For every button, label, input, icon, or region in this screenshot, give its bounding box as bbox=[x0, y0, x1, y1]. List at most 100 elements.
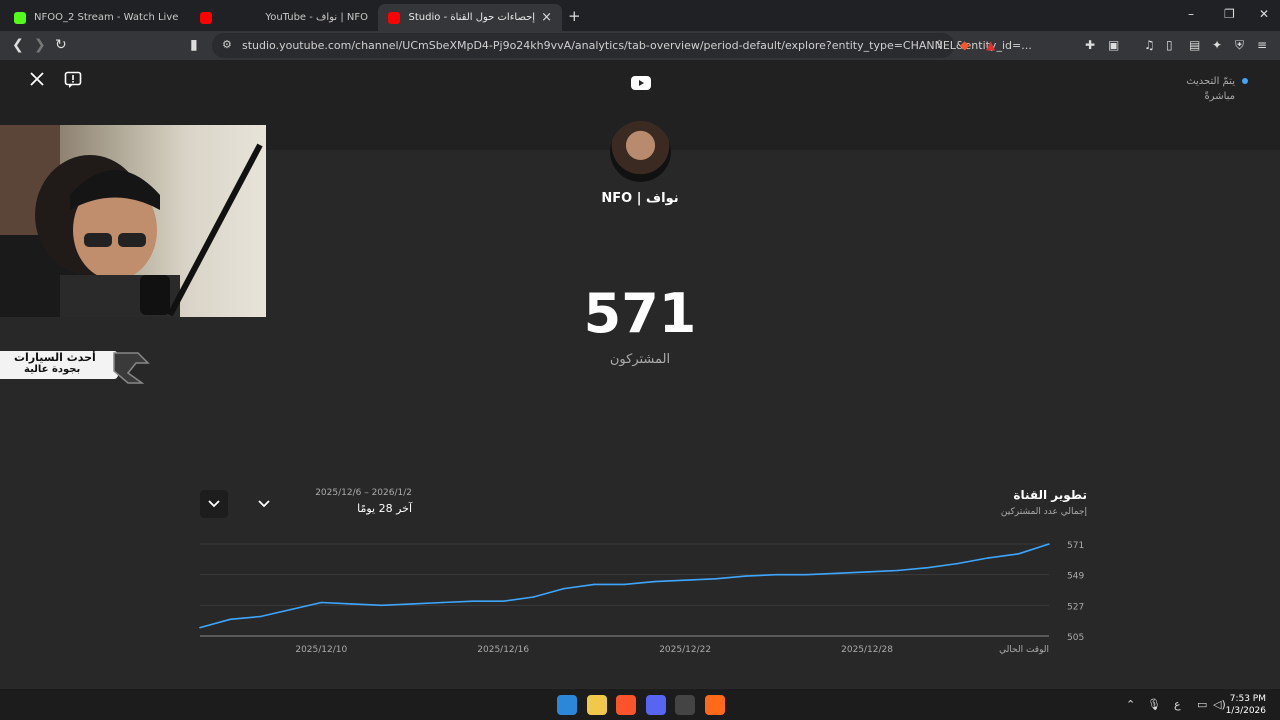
brave-shields-icon[interactable]: ◆ bbox=[960, 38, 969, 52]
microphone-icon[interactable]: 🎙 bbox=[1147, 698, 1161, 711]
forward-icon[interactable]: ❯ bbox=[34, 37, 46, 53]
data-point bbox=[381, 604, 383, 607]
card-title: تطوير القناة bbox=[1013, 488, 1087, 502]
x-tick-label: 2025/12/16 bbox=[477, 645, 529, 655]
brave-browser-icon[interactable] bbox=[616, 695, 636, 715]
live-status-line2: مباشرةً bbox=[1204, 91, 1235, 102]
share-icon[interactable]: ⇪ bbox=[935, 38, 944, 51]
data-point bbox=[229, 618, 232, 621]
file-explorer-icon[interactable] bbox=[586, 695, 607, 715]
data-point bbox=[350, 603, 353, 605]
close-tab-icon[interactable]: × bbox=[541, 10, 552, 25]
url-text: studio.youtube.com/channel/UCmSbeXMpD4-P… bbox=[242, 39, 1032, 52]
data-point bbox=[775, 573, 777, 576]
youtube-favicon-icon bbox=[388, 11, 400, 24]
new-tab-button[interactable]: + bbox=[568, 7, 581, 25]
data-point bbox=[259, 615, 262, 618]
live-update-status: يتمّ التحديث مباشرةً bbox=[1186, 74, 1248, 104]
kick-favicon-icon bbox=[14, 11, 26, 24]
tab-title: إحصاءات حول القناة - YouTube Studio bbox=[408, 12, 536, 23]
clock-time: 7:53 PM bbox=[1229, 694, 1266, 704]
browser-tab-bar: NFOO_2 Stream - Watch Live on Kick NFO |… bbox=[0, 0, 1280, 31]
x-tick-label: 2025/12/10 bbox=[295, 645, 347, 655]
data-point bbox=[744, 575, 747, 577]
extensions-icon[interactable]: ✚ bbox=[1085, 38, 1095, 52]
data-point bbox=[714, 578, 717, 580]
chevron-down-icon bbox=[258, 500, 270, 508]
data-point bbox=[472, 600, 474, 602]
brave-rewards-icon[interactable]: ▲ bbox=[986, 38, 995, 52]
period-dropdown[interactable] bbox=[250, 490, 278, 518]
vpn-icon[interactable]: ⛨ bbox=[1235, 38, 1244, 53]
media-icon[interactable]: ♫ bbox=[1144, 38, 1155, 52]
data-point bbox=[563, 587, 565, 590]
data-point bbox=[1048, 543, 1050, 545]
data-point bbox=[805, 573, 808, 576]
maximize-icon[interactable]: ❐ bbox=[1224, 7, 1235, 21]
volume-icon[interactable]: ◁) bbox=[1213, 698, 1226, 711]
close-window-icon[interactable]: ✕ bbox=[1259, 7, 1269, 21]
youtube-favicon-icon bbox=[200, 11, 212, 24]
data-point bbox=[684, 579, 686, 582]
leo-ai-icon[interactable]: ✦ bbox=[1212, 38, 1222, 52]
period-range: 2025/12/6 – 2026/1/2 bbox=[315, 488, 412, 498]
clock[interactable]: 7:53 PM 1/3/2026 bbox=[1226, 693, 1266, 717]
bookmark-icon[interactable]: ▮ bbox=[190, 37, 198, 53]
url-bar[interactable]: ⚙ studio.youtube.com/channel/UCmSbeXMpD4… bbox=[212, 33, 1032, 58]
youtube-logo-icon bbox=[631, 75, 651, 94]
series-line bbox=[199, 543, 1050, 629]
sponsor-line1: أحدث السيارات bbox=[14, 351, 96, 364]
minimize-icon[interactable]: – bbox=[1188, 7, 1194, 21]
data-point bbox=[835, 572, 838, 575]
y-tick-label: 505 bbox=[1067, 633, 1084, 643]
subscriber-count: 571 bbox=[583, 282, 697, 345]
discord-icon[interactable] bbox=[645, 695, 666, 715]
webcam-overlay bbox=[0, 125, 266, 317]
y-tick-label: 527 bbox=[1067, 602, 1084, 612]
back-icon[interactable]: ❮ bbox=[12, 37, 24, 53]
y-tick-label: 571 bbox=[1067, 541, 1084, 551]
reload-icon[interactable]: ↻ bbox=[55, 37, 67, 53]
wallet-icon[interactable]: ▤ bbox=[1189, 38, 1200, 52]
obs-icon[interactable] bbox=[675, 695, 695, 715]
close-icon[interactable] bbox=[29, 71, 45, 91]
data-point bbox=[926, 566, 929, 569]
data-point bbox=[987, 557, 990, 559]
clock-date: 1/3/2026 bbox=[1225, 706, 1266, 716]
data-point bbox=[532, 596, 535, 598]
screenshot-icon[interactable]: ▣ bbox=[1108, 38, 1119, 52]
menu-icon[interactable]: ≡ bbox=[1257, 38, 1267, 52]
windows-start-icon[interactable] bbox=[557, 695, 577, 715]
sidebar-icon[interactable]: ▯ bbox=[1166, 38, 1173, 52]
data-point bbox=[502, 600, 505, 602]
keyboard-layout[interactable]: ع bbox=[1174, 698, 1181, 711]
data-point bbox=[441, 601, 444, 604]
channel-avatar bbox=[610, 121, 671, 182]
data-point bbox=[896, 569, 899, 572]
data-point bbox=[290, 608, 292, 611]
feedback-icon[interactable] bbox=[64, 71, 82, 93]
chevron-down-icon bbox=[208, 500, 220, 508]
network-icon[interactable]: ▭ bbox=[1197, 698, 1207, 711]
subscriber-label: المشتركون bbox=[609, 352, 671, 367]
tab-kick-stream[interactable]: NFOO_2 Stream - Watch Live on Kick bbox=[4, 4, 190, 31]
data-point bbox=[623, 583, 626, 586]
studio-live-view: يتمّ التحديث مباشرةً NFO | نواف 571 المش… bbox=[0, 60, 1280, 688]
data-point bbox=[411, 603, 414, 605]
data-point bbox=[320, 601, 323, 604]
tab-youtube-channel[interactable]: NFO | نواف - YouTube bbox=[190, 4, 378, 31]
tab-youtube-studio[interactable]: إحصاءات حول القناة - YouTube Studio × bbox=[378, 4, 562, 31]
channel-name: NFO | نواف bbox=[601, 191, 679, 206]
site-settings-icon[interactable]: ⚙ bbox=[222, 38, 232, 51]
x-tick-label: 2025/12/22 bbox=[659, 645, 711, 655]
windows-taskbar: ⌃ 🎙 ع ▭ ◁) 7:53 PM 1/3/2026 bbox=[0, 688, 1280, 720]
live-dot-icon bbox=[1242, 78, 1248, 84]
sponsor-line2: بجودة عالية bbox=[24, 364, 81, 375]
streamlabs-icon[interactable] bbox=[704, 695, 725, 715]
address-toolbar: ❮ ❯ ↻ ▮ ⚙ studio.youtube.com/channel/UCm… bbox=[0, 31, 1280, 60]
subscribers-line-chart: 571 549 527 505 2025/12/10 2025/12/16 2025/12/… bbox=[199, 541, 1084, 655]
sponsor-overlay: أحدث السيارات بجودة عالية bbox=[0, 347, 156, 385]
tray-overflow-icon[interactable]: ⌃ bbox=[1126, 698, 1135, 711]
data-point bbox=[654, 580, 656, 583]
metric-dropdown[interactable] bbox=[200, 490, 228, 518]
